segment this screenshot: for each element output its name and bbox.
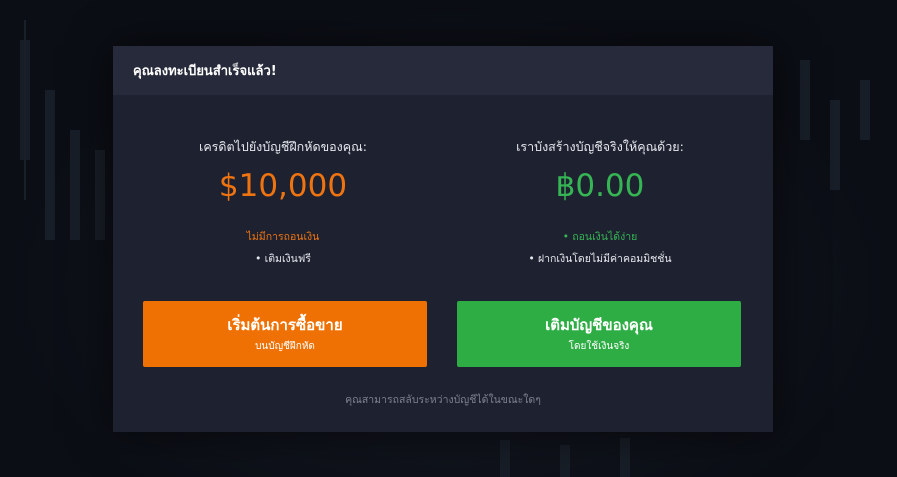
deposit-real-account-button[interactable]: เติมบัญชีของคุณ โดยใช้เงินจริง <box>457 301 741 367</box>
deposit-button-sublabel: โดยใช้เงินจริง <box>568 340 630 352</box>
background-candle <box>860 80 870 140</box>
background-candle <box>560 445 570 477</box>
background-candle <box>620 438 630 477</box>
start-trading-demo-button[interactable]: เริ่มต้นการซื้อขาย บนบัญชีฝึกหัด <box>143 301 427 367</box>
deposit-button-label: เติมบัญชีของคุณ <box>545 315 653 334</box>
demo-balance-amount: $10,000 <box>218 168 348 204</box>
real-balance-amount: ฿0.00 <box>555 168 645 204</box>
start-trading-button-label: เริ่มต้นการซื้อขาย <box>227 315 343 334</box>
modal-title: คุณลงทะเบียนสำเร็จแล้ว! <box>133 64 277 79</box>
modal-header: คุณลงทะเบียนสำเร็จแล้ว! <box>113 46 773 95</box>
background-wick <box>24 20 26 200</box>
real-account-label: เราบังสร้างบัญชีจริงให้คุณด้วย: <box>516 139 684 154</box>
real-easy-withdrawal-note: • ถอนเงินได้ง่าย <box>562 231 638 243</box>
demo-credit-label: เครดิตไปยังบัญชีฝึกหัดของคุณ: <box>199 139 367 154</box>
background-candle <box>500 440 510 477</box>
background-candle <box>800 60 810 140</box>
background-candle <box>45 90 55 240</box>
demo-account-column: เครดิตไปยังบัญชีฝึกหัดของคุณ: $10,000 ไม… <box>133 137 433 267</box>
background-candle <box>70 130 80 240</box>
demo-free-topup-note: • เติมเงินฟรี <box>255 253 311 265</box>
start-trading-button-sublabel: บนบัญชีฝึกหัด <box>255 340 315 352</box>
real-account-column: เราบังสร้างบัญชีจริงให้คุณด้วย: ฿0.00 • … <box>450 137 750 267</box>
registration-success-modal: คุณลงทะเบียนสำเร็จแล้ว! เครดิตไปยังบัญชี… <box>113 46 773 432</box>
real-no-commission-note: • ฝากเงินโดยไม่มีค่าคอมมิชชั่น <box>528 253 672 265</box>
background-candle <box>95 150 105 240</box>
demo-no-withdrawal-note: ไม่มีการถอนเงิน <box>246 231 320 243</box>
switch-accounts-note: คุณสามารถสลับระหว่างบัญชีได้ในขณะใดๆ <box>345 394 541 406</box>
background-candle <box>830 100 840 190</box>
